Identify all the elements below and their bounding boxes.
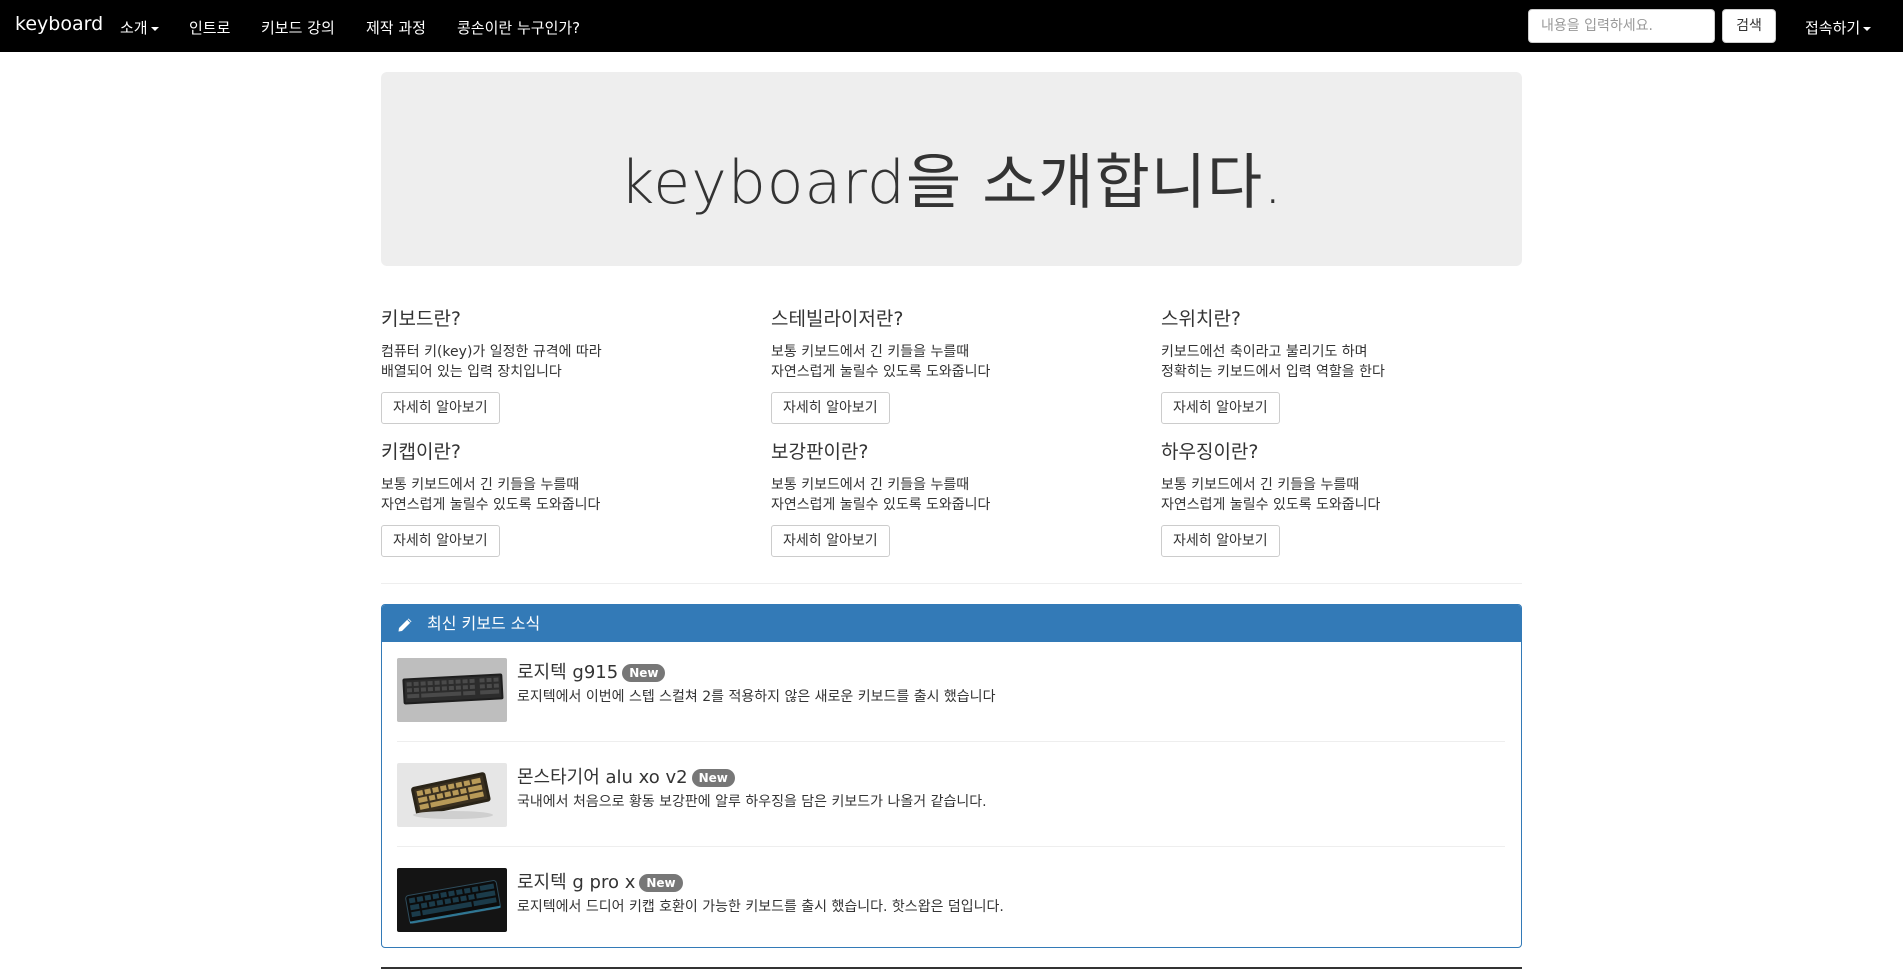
section-divider <box>381 583 1522 584</box>
news-thumbnail[interactable] <box>397 763 507 827</box>
top-navbar: keyboard 소개 인트로 키보드 강의 제작 과정 콩손이란 누구인가? … <box>0 0 1903 52</box>
feature-desc: 보통 키보드에서 긴 키들을 누를때 자연스럽게 눌릴수 있도록 도와줍니다 <box>771 475 1151 515</box>
caret-down-icon <box>150 26 159 31</box>
news-thumbnail[interactable] <box>397 868 507 932</box>
pencil-icon <box>398 618 412 631</box>
learn-more-button[interactable]: 자세히 알아보기 <box>1161 525 1280 557</box>
new-badge: New <box>622 664 666 682</box>
feature-card: 키캡이란? 보통 키보드에서 긴 키들을 누를때 자연스럽게 눌릴수 있도록 도… <box>381 437 761 557</box>
learn-more-button[interactable]: 자세히 알아보기 <box>1161 392 1280 424</box>
feature-card: 스위치란? 키보드에선 축이라고 불리기도 하며 정확히는 키보드에서 입력 역… <box>1161 304 1541 424</box>
connect-dropdown[interactable]: 접속하기 <box>1805 17 1872 38</box>
nav-item-lecture[interactable]: 키보드 강의 <box>261 17 335 38</box>
new-badge: New <box>639 874 683 892</box>
news-divider <box>397 846 1505 847</box>
news-desc: 로지텍에서 드디어 키캡 호환이 가능한 키보드를 출시 했습니다. 핫스왑은 … <box>517 899 1004 915</box>
jumbotron: keyboard을 소개합니다. <box>381 72 1522 266</box>
news-title-text: 로지텍 g915 <box>517 662 619 683</box>
feature-title: 키캡이란? <box>381 441 462 463</box>
nav-label: 소개 <box>120 19 148 37</box>
nav-item-intro[interactable]: 인트로 <box>189 17 230 38</box>
feature-desc-line: 보통 키보드에서 긴 키들을 누를때 <box>771 477 970 493</box>
feature-card: 하우징이란? 보통 키보드에서 긴 키들을 누를때 자연스럽게 눌릴수 있도록 … <box>1161 437 1541 557</box>
feature-card: 스테빌라이저란? 보통 키보드에서 긴 키들을 누를때 자연스럽게 눌릴수 있도… <box>771 304 1151 424</box>
learn-more-button[interactable]: 자세히 알아보기 <box>771 525 890 557</box>
learn-more-button[interactable]: 자세히 알아보기 <box>381 392 500 424</box>
news-item[interactable]: 로지텍 g915 New 로지텍에서 이번에 스텝 스컬쳐 2를 적용하지 않은 … <box>397 658 1505 724</box>
news-panel-title: 최신 키보드 소식 <box>427 614 541 633</box>
news-title-text: 몬스타기어 alu xo v2 <box>517 767 688 788</box>
feature-title: 스위치란? <box>1161 308 1242 330</box>
nav-dropdown-intro[interactable]: 소개 <box>120 17 159 38</box>
feature-desc-line: 자연스럽게 눌릴수 있도록 도와줍니다 <box>381 497 601 513</box>
news-desc: 국내에서 처음으로 황동 보강판에 알루 하우징을 담은 키보드가 나올거 같습… <box>517 794 987 810</box>
search-input[interactable] <box>1528 9 1715 43</box>
page-title: keyboard을 소개합니다. <box>619 148 1284 218</box>
news-title: 로지텍 g pro x New <box>517 868 683 894</box>
feature-desc-line: 보통 키보드에서 긴 키들을 누를때 <box>381 477 580 493</box>
news-thumbnail[interactable] <box>397 658 507 722</box>
news-panel: 최신 키보드 소식 로지텍 g915New 로지텍에서 이번에 스텝 스컬쳐 <box>381 604 1522 948</box>
feature-desc-line: 정확히는 키보드에서 입력 역할을 한다 <box>1161 364 1385 380</box>
feature-title: 키보드란? <box>381 308 462 330</box>
news-title: 몬스타기어 alu xo v2 New <box>517 763 735 789</box>
feature-desc: 보통 키보드에서 긴 키들을 누를때 자연스럽게 눌릴수 있도록 도와줍니다 <box>381 475 761 515</box>
feature-desc: 컴퓨터 키(key)가 일정한 규격에 따라 배열되어 있는 입력 장치입니다 <box>381 342 761 382</box>
feature-title: 스테빌라이저란? <box>771 308 904 330</box>
news-item[interactable]: 로지텍 g pro x New 로지텍에서 드디어 키캡 호환이 가능한 키보드를… <box>397 868 1505 934</box>
feature-desc-line: 컴퓨터 키(key)가 일정한 규격에 따라 <box>381 344 602 360</box>
news-item[interactable]: 몬스타기어 alu xo v2 New 국내에서 처음으로 황동 보강판에 알루 … <box>397 763 1505 829</box>
feature-desc: 보통 키보드에서 긴 키들을 누를때 자연스럽게 눌릴수 있도록 도와줍니다 <box>771 342 1151 382</box>
learn-more-button[interactable]: 자세히 알아보기 <box>771 392 890 424</box>
feature-title: 보강판이란? <box>771 441 869 463</box>
feature-desc-line: 자연스럽게 눌릴수 있도록 도와줍니다 <box>1161 497 1381 513</box>
news-title: 로지텍 g915 New <box>517 658 666 684</box>
feature-desc-line: 보통 키보드에서 긴 키들을 누를때 <box>771 344 970 360</box>
caret-down-icon <box>1863 26 1872 31</box>
feature-desc: 보통 키보드에서 긴 키들을 누를때 자연스럽게 눌릴수 있도록 도와줍니다 <box>1161 475 1541 515</box>
feature-desc-line: 자연스럽게 눌릴수 있도록 도와줍니다 <box>771 497 991 513</box>
new-badge: New <box>691 769 735 787</box>
feature-desc-line: 키보드에선 축이라고 불리기도 하며 <box>1161 344 1368 360</box>
feature-title: 하우징이란? <box>1161 441 1259 463</box>
search-button[interactable]: 검색 <box>1722 9 1776 43</box>
connect-label: 접속하기 <box>1805 19 1861 37</box>
news-title-text: 로지텍 g pro x <box>517 872 636 893</box>
nav-item-about[interactable]: 콩손이란 누구인가? <box>457 17 580 38</box>
feature-desc-line: 자연스럽게 눌릴수 있도록 도와줍니다 <box>771 364 991 380</box>
feature-desc: 키보드에선 축이라고 불리기도 하며 정확히는 키보드에서 입력 역할을 한다 <box>1161 342 1541 382</box>
feature-card: 키보드란? 컴퓨터 키(key)가 일정한 규격에 따라 배열되어 있는 입력 … <box>381 304 761 424</box>
feature-desc-line: 보통 키보드에서 긴 키들을 누를때 <box>1161 477 1360 493</box>
news-panel-heading: 최신 키보드 소식 <box>382 605 1521 642</box>
news-desc: 로지텍에서 이번에 스텝 스컬쳐 2를 적용하지 않은 새로운 키보드를 출시 … <box>517 689 996 705</box>
brand-link[interactable]: keyboard <box>15 13 103 35</box>
nav-item-process[interactable]: 제작 과정 <box>366 17 426 38</box>
news-divider <box>397 741 1505 742</box>
feature-card: 보강판이란? 보통 키보드에서 긴 키들을 누를때 자연스럽게 눌릴수 있도록 … <box>771 437 1151 557</box>
feature-desc-line: 배열되어 있는 입력 장치입니다 <box>381 364 562 380</box>
learn-more-button[interactable]: 자세히 알아보기 <box>381 525 500 557</box>
